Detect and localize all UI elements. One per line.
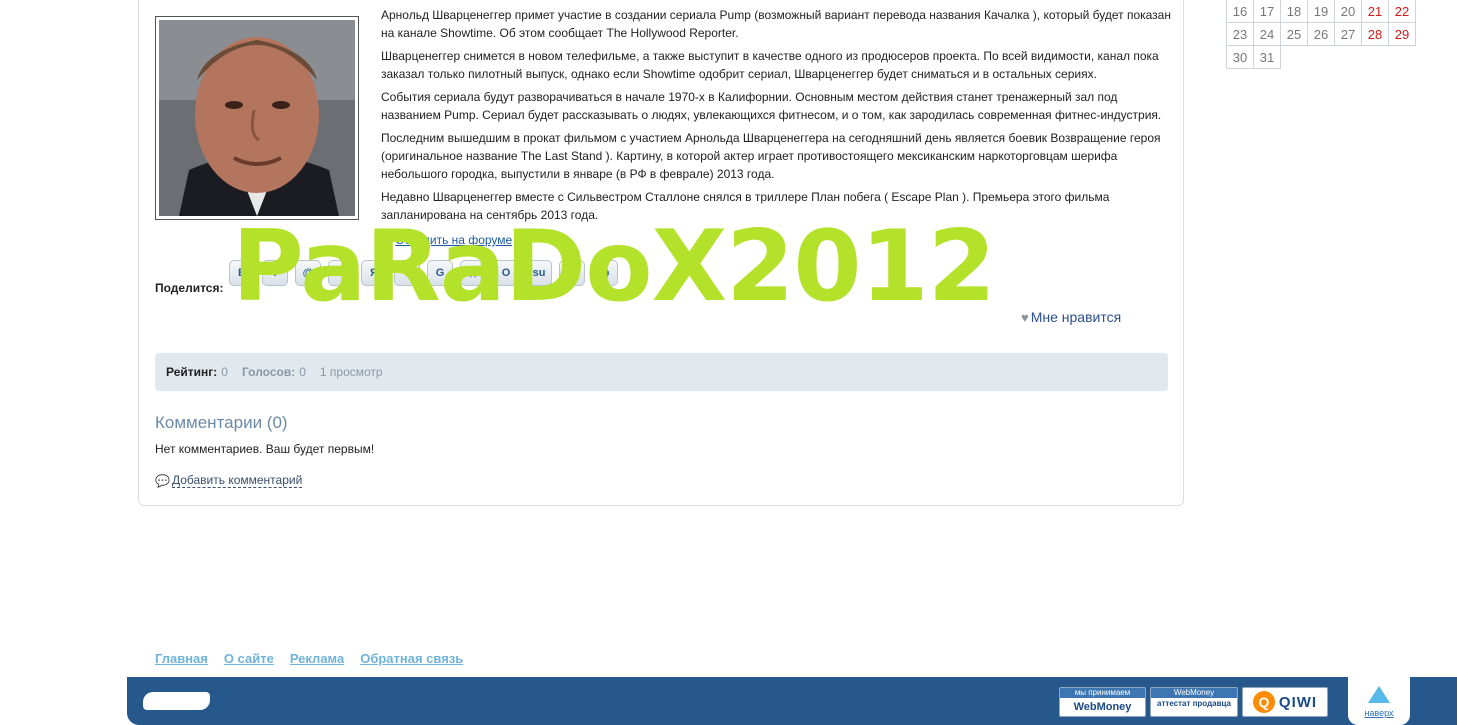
mail-share-icon[interactable]: @ [295, 260, 321, 286]
scroll-to-top-button[interactable]: наверх [1348, 677, 1410, 725]
calendar-week-row: 23 24 25 26 27 28 29 [1226, 22, 1416, 46]
article-paragraph: Недавно Шварценеггер вместе с Сильвестро… [381, 190, 1110, 222]
footer-link-ads[interactable]: Реклама [290, 651, 344, 666]
webmoney-accept-badge[interactable]: мы принимаем WebMoney [1059, 687, 1146, 717]
views-count: 1 просмотр [319, 365, 383, 379]
article-paragraph: Последним вышедшим в прокат фильмом с уч… [381, 131, 1161, 181]
calendar-day[interactable]: 28 [1361, 22, 1389, 46]
like-button[interactable]: ♥ Мне нравится [1021, 309, 1121, 325]
footer-link-about[interactable]: О сайте [224, 651, 274, 666]
calendar-day[interactable]: 17 [1253, 0, 1281, 23]
article-paragraph: События сериала будут разворачиваться в … [381, 90, 1162, 122]
stumbleupon-share-icon[interactable]: su [526, 260, 552, 286]
share-label: Поделится: [155, 281, 224, 295]
rating-bar: Рейтинг: 0 Голосов: 0 1 просмотр [155, 353, 1168, 391]
discuss-forum-label: Обсудить на форуме [395, 233, 513, 247]
stats-share-icon[interactable]: ▥ [559, 260, 585, 286]
footer-link-feedback[interactable]: Обратная связь [360, 651, 463, 666]
vk-share-icon[interactable]: В [229, 260, 255, 286]
webmoney-attest-bottom: аттестат продавца [1157, 699, 1231, 708]
twitter-share-icon[interactable]: t [328, 260, 354, 286]
misc-share-icon[interactable]: ⚙ [592, 260, 618, 286]
share-icon-bar: Вf @ t Я ✎ G ★ Оsu ▥ ⚙ [229, 260, 618, 286]
qiwi-label: QIWI [1278, 693, 1318, 711]
forum-icon: ✉ [383, 234, 393, 247]
calendar-day[interactable]: 22 [1388, 0, 1416, 23]
google-share-icon[interactable]: G [427, 260, 453, 286]
footer-logo [143, 692, 210, 710]
article-text: Арнольд Шварценеггер примет участие в со… [381, 6, 1173, 229]
no-comments-text: Нет комментариев. Ваш будет первым! [155, 442, 375, 456]
facebook-share-icon[interactable]: f [262, 260, 288, 286]
odnoklassniki-share-icon[interactable]: О [493, 260, 519, 286]
article-photo [155, 16, 359, 220]
bookmark-share-icon[interactable]: ★ [460, 260, 486, 286]
calendar-day[interactable]: 23 [1226, 22, 1254, 46]
arrow-up-icon [1368, 686, 1390, 703]
add-comment-label: Добавить комментарий [171, 473, 303, 488]
calendar-week-row: 30 31 [1226, 45, 1416, 69]
calendar-day[interactable]: 24 [1253, 22, 1281, 46]
like-label: Мне нравится [1030, 309, 1122, 325]
calendar-week-row: 16 17 18 19 20 21 22 [1226, 0, 1416, 23]
calendar-day[interactable]: 29 [1388, 22, 1416, 46]
calendar-day[interactable]: 31 [1253, 45, 1281, 69]
heart-icon: ♥ [1021, 309, 1029, 325]
footer-nav: Главная О сайте Реклама Обратная связь [155, 651, 463, 666]
calendar-widget: 16 17 18 19 20 21 22 23 24 25 26 27 28 29 30 31 [1226, 0, 1416, 69]
calendar-day[interactable]: 18 [1280, 0, 1308, 23]
portrait-image [159, 20, 355, 216]
calendar-day[interactable]: 16 [1226, 0, 1254, 23]
calendar-day[interactable]: 20 [1334, 0, 1362, 23]
qiwi-badge[interactable]: Q QIWI [1242, 687, 1328, 717]
calendar-day[interactable]: 26 [1307, 22, 1335, 46]
livejournal-share-icon[interactable]: ✎ [394, 260, 420, 286]
rating-label: Рейтинг: [166, 365, 218, 379]
webmoney-attest-badge[interactable]: WebMoney аттестат продавца [1150, 687, 1238, 717]
calendar-day[interactable]: 21 [1361, 0, 1389, 23]
votes-label: Голосов: [241, 365, 296, 379]
calendar-day[interactable]: 30 [1226, 45, 1254, 69]
calendar-day[interactable]: 27 [1334, 22, 1362, 46]
webmoney-accept-bottom: WebMoney [1073, 701, 1132, 713]
add-comment-button[interactable]: 💬 Добавить комментарий [155, 473, 303, 488]
article-paragraph: Шварценеггер снимется в новом телефильме… [381, 49, 1159, 81]
calendar-day[interactable]: 19 [1307, 0, 1335, 23]
scroll-to-top-label[interactable]: наверх [1364, 708, 1393, 718]
article-paragraph: Арнольд Шварценеггер примет участие в со… [381, 8, 1171, 40]
speech-bubble-icon: 💬 [155, 473, 170, 488]
rating-value: 0 [221, 365, 228, 379]
comments-title: Комментарии (0) [155, 413, 288, 432]
webmoney-attest-top: WebMoney [1151, 688, 1237, 698]
qiwi-logo-icon: Q [1252, 691, 1275, 713]
webmoney-accept-top: мы принимаем [1060, 688, 1145, 698]
discuss-forum-link[interactable]: ✉ Обсудить на форуме [383, 233, 512, 247]
footer-link-home[interactable]: Главная [155, 651, 208, 666]
calendar-day[interactable]: 25 [1280, 22, 1308, 46]
yandex-share-icon[interactable]: Я [361, 260, 387, 286]
votes-value: 0 [299, 365, 306, 379]
